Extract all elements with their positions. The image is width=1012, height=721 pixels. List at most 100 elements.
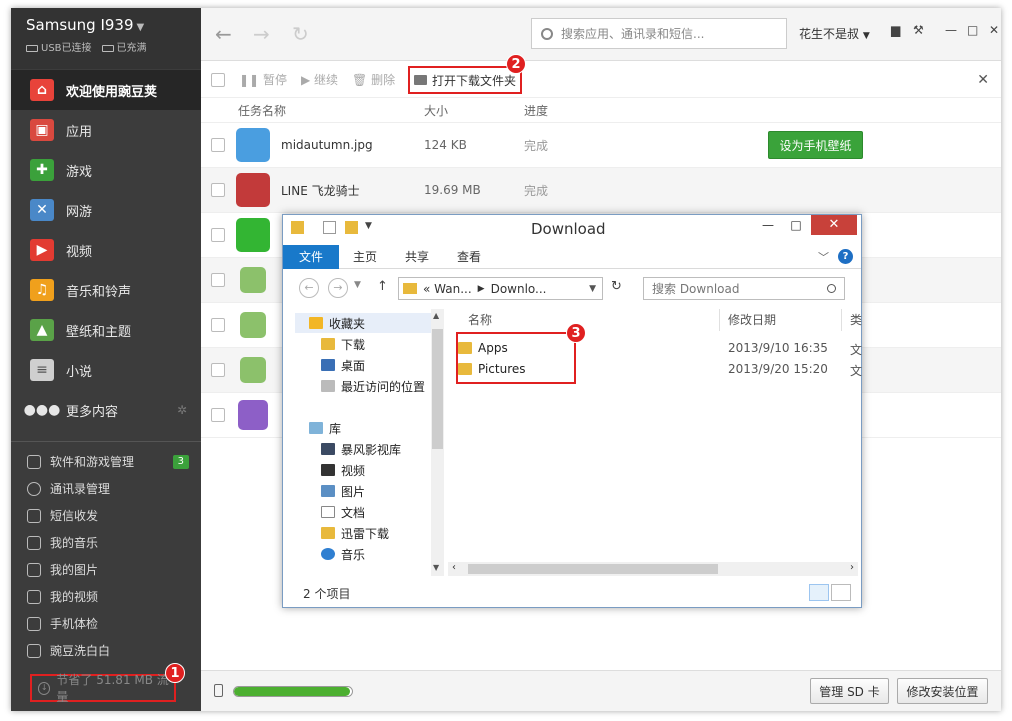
- manage-sd-button[interactable]: 管理 SD 卡: [810, 678, 889, 704]
- data-saved-indicator[interactable]: ↓ 节省了 51.81 MB 流量: [30, 673, 176, 704]
- tab-view[interactable]: 查看: [443, 245, 495, 269]
- nav-item-apps[interactable]: ▣ 应用: [11, 110, 201, 150]
- new-folder-icon[interactable]: [345, 221, 358, 234]
- resume-button[interactable]: ▶ 继续: [301, 71, 338, 88]
- table-row[interactable]: midautumn.jpg 124 KB 完成 设为手机壁纸: [201, 123, 1001, 168]
- scroll-left-icon[interactable]: ‹: [452, 562, 456, 573]
- refresh-icon[interactable]: ↻: [611, 279, 622, 294]
- open-download-folder-button[interactable]: 打开下载文件夹: [408, 66, 523, 94]
- sidebar-item-my-videos[interactable]: 我的视频: [11, 583, 201, 610]
- minimize-icon[interactable]: —: [753, 218, 783, 232]
- back-arrow-icon[interactable]: ←: [215, 22, 232, 46]
- chat-icon[interactable]: ▆: [891, 23, 900, 37]
- device-header[interactable]: Samsung I939 ▼ USB已连接 已充满: [11, 8, 201, 69]
- nav-item-novels[interactable]: ≡ 小说: [11, 350, 201, 390]
- refresh-icon[interactable]: ↻: [292, 22, 309, 46]
- breadcrumb-segment[interactable]: Downlo...: [491, 282, 547, 296]
- install-location-button[interactable]: 修改安装位置: [897, 678, 988, 704]
- sidebar-item-my-music[interactable]: 我的音乐: [11, 529, 201, 556]
- tree-item-libraries[interactable]: 库: [309, 418, 341, 438]
- nav-item-more[interactable]: ●●● 更多内容 ✲: [11, 390, 201, 430]
- device-name[interactable]: Samsung I939 ▼: [26, 16, 144, 34]
- delete-button[interactable]: 🗑 删除: [352, 71, 395, 88]
- row-checkbox[interactable]: [211, 408, 225, 422]
- tab-share[interactable]: 共享: [391, 245, 443, 269]
- nav-item-music[interactable]: ♫ 音乐和铃声: [11, 270, 201, 310]
- sidebar-item-wash[interactable]: 豌豆洗白白: [11, 637, 201, 664]
- tree-item-storm-library[interactable]: 暴风影视库: [321, 439, 401, 459]
- search-input[interactable]: 搜索应用、通讯录和短信...: [531, 18, 787, 49]
- column-header-type[interactable]: 类: [850, 311, 862, 328]
- row-checkbox[interactable]: [211, 318, 225, 332]
- sidebar-item-app-management[interactable]: 软件和游戏管理 3: [11, 448, 201, 475]
- sidebar-item-contacts[interactable]: 通讯录管理: [11, 475, 201, 502]
- explorer-search-input[interactable]: 搜索 Download: [643, 277, 845, 300]
- nav-label: 应用: [66, 124, 93, 140]
- gear-icon[interactable]: ✲: [177, 403, 187, 417]
- scroll-right-icon[interactable]: ›: [850, 562, 854, 573]
- sidebar-item-sms[interactable]: 短信收发: [11, 502, 201, 529]
- tree-item-pictures[interactable]: 图片: [321, 481, 365, 501]
- scroll-up-icon[interactable]: ▲: [433, 311, 439, 320]
- row-checkbox[interactable]: [211, 273, 225, 287]
- nav-item-video[interactable]: ▶ 视频: [11, 230, 201, 270]
- breadcrumb-segment[interactable]: « Wan...: [423, 282, 472, 296]
- pause-button[interactable]: ❚❚ 暂停: [239, 71, 287, 88]
- maximize-icon[interactable]: □: [967, 23, 978, 37]
- document-icon: [321, 506, 335, 518]
- up-arrow-icon[interactable]: ↑: [377, 279, 388, 294]
- select-all-checkbox[interactable]: [211, 72, 225, 87]
- tab-home[interactable]: 主页: [339, 245, 391, 269]
- sidebar-item-phone-check[interactable]: 手机体检: [11, 610, 201, 637]
- chevron-down-icon[interactable]: ▼: [365, 221, 378, 234]
- nav-item-games[interactable]: ✚ 游戏: [11, 150, 201, 190]
- close-button[interactable]: ✕: [811, 215, 857, 235]
- nav-item-wallpaper[interactable]: ▲ 壁纸和主题: [11, 310, 201, 350]
- chevron-down-icon[interactable]: ▼: [589, 284, 596, 294]
- close-icon[interactable]: ✕: [977, 72, 989, 88]
- row-checkbox[interactable]: [211, 228, 225, 242]
- tree-item-thunder[interactable]: 迅雷下载: [321, 523, 389, 543]
- set-wallpaper-button[interactable]: 设为手机壁纸: [768, 131, 863, 159]
- sidebar-item-my-pictures[interactable]: 我的图片: [11, 556, 201, 583]
- row-checkbox[interactable]: [211, 363, 225, 377]
- scroll-down-icon[interactable]: ▼: [433, 563, 439, 572]
- item-count: 2 个项目: [303, 587, 351, 601]
- chevron-down-icon[interactable]: ﹀: [818, 249, 829, 265]
- sidebar-item-label: 软件和游戏管理: [50, 455, 135, 469]
- back-arrow-icon[interactable]: ←: [299, 278, 319, 298]
- scroll-thumb[interactable]: [432, 329, 443, 449]
- nav-item-online-games[interactable]: ✕ 网游: [11, 190, 201, 230]
- row-checkbox[interactable]: [211, 138, 225, 152]
- tree-item-documents[interactable]: 文档: [321, 502, 365, 522]
- tree-item-downloads[interactable]: 下载: [321, 334, 365, 354]
- large-icons-view-icon[interactable]: [831, 584, 851, 601]
- nav-item-home[interactable]: ⌂ 欢迎使用豌豆荚: [11, 70, 201, 110]
- minimize-icon[interactable]: —: [945, 23, 957, 37]
- tab-file[interactable]: 文件: [283, 244, 340, 269]
- column-header-date[interactable]: 修改日期: [728, 311, 776, 328]
- file-list-hscrollbar[interactable]: ‹ ›: [448, 562, 858, 576]
- forward-arrow-icon[interactable]: →: [328, 278, 348, 298]
- help-icon[interactable]: ?: [838, 249, 853, 264]
- address-bar[interactable]: « Wan... ▶ Downlo... ▼: [398, 277, 603, 300]
- tree-item-desktop[interactable]: 桌面: [321, 355, 365, 375]
- scroll-thumb[interactable]: [468, 564, 718, 574]
- tree-item-recent[interactable]: 最近访问的位置: [321, 376, 425, 396]
- row-checkbox[interactable]: [211, 183, 225, 197]
- game-app-icon: [236, 173, 270, 207]
- tree-item-favorites[interactable]: 收藏夹: [309, 313, 365, 333]
- details-view-icon[interactable]: [809, 584, 829, 601]
- user-menu[interactable]: 花生不是叔 ▼: [799, 25, 870, 42]
- chevron-down-icon[interactable]: ▼: [354, 280, 361, 290]
- forward-arrow-icon[interactable]: →: [253, 22, 270, 46]
- properties-icon[interactable]: [323, 221, 336, 234]
- close-icon[interactable]: ✕: [989, 23, 999, 37]
- tree-item-music[interactable]: 音乐: [321, 544, 365, 564]
- column-header-name[interactable]: 名称: [468, 311, 492, 328]
- table-row[interactable]: LINE 飞龙骑士 19.69 MB 完成: [201, 168, 1001, 213]
- maximize-icon[interactable]: □: [781, 218, 811, 232]
- tree-item-videos[interactable]: 视频: [321, 460, 365, 480]
- wrench-icon[interactable]: ⚒: [913, 23, 924, 37]
- tree-scrollbar[interactable]: ▲ ▼: [431, 309, 444, 576]
